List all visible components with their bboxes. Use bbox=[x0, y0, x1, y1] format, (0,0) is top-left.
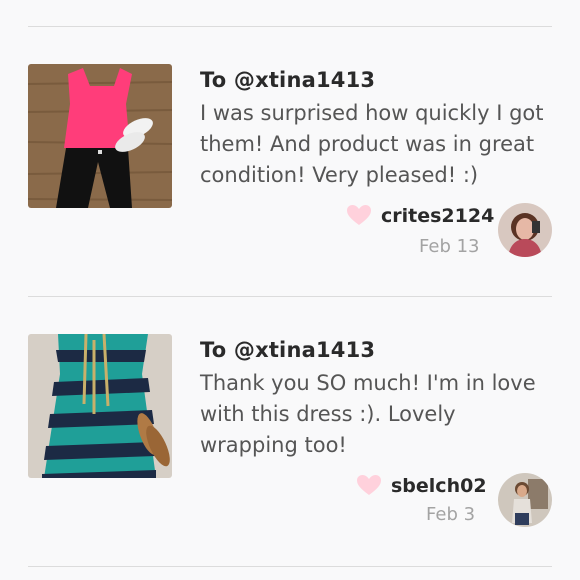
reviewer-username[interactable]: crites2124 bbox=[381, 205, 494, 227]
review-item: To @xtina1413 Thank you SO much! I'm in … bbox=[28, 334, 552, 574]
review-recipient: To @xtina1413 bbox=[200, 68, 376, 92]
review-item: To @xtina1413 I was surprised how quickl… bbox=[28, 64, 552, 304]
divider-bottom bbox=[28, 566, 552, 567]
avatar-photo bbox=[498, 473, 552, 527]
product-photo-striped-dress-sandals bbox=[28, 334, 172, 478]
review-recipient: To @xtina1413 bbox=[200, 338, 376, 362]
review-date: Feb 3 bbox=[426, 504, 476, 525]
avatar-photo bbox=[498, 203, 552, 257]
reviewer-username[interactable]: sbelch02 bbox=[391, 475, 487, 497]
avatar[interactable] bbox=[498, 473, 552, 527]
review-message: I was surprised how quickly I got them! … bbox=[200, 101, 544, 187]
product-thumbnail[interactable] bbox=[28, 334, 172, 478]
divider-top bbox=[28, 26, 552, 27]
divider-middle bbox=[28, 296, 552, 297]
review-date: Feb 13 bbox=[419, 236, 480, 257]
review-message: Thank you SO much! I'm in love with this… bbox=[200, 371, 536, 457]
product-photo-tanktop-pants-sneakers bbox=[28, 64, 172, 208]
heart-icon[interactable] bbox=[356, 474, 382, 496]
heart-icon[interactable] bbox=[346, 204, 372, 226]
product-thumbnail[interactable] bbox=[28, 64, 172, 208]
avatar[interactable] bbox=[498, 203, 552, 257]
